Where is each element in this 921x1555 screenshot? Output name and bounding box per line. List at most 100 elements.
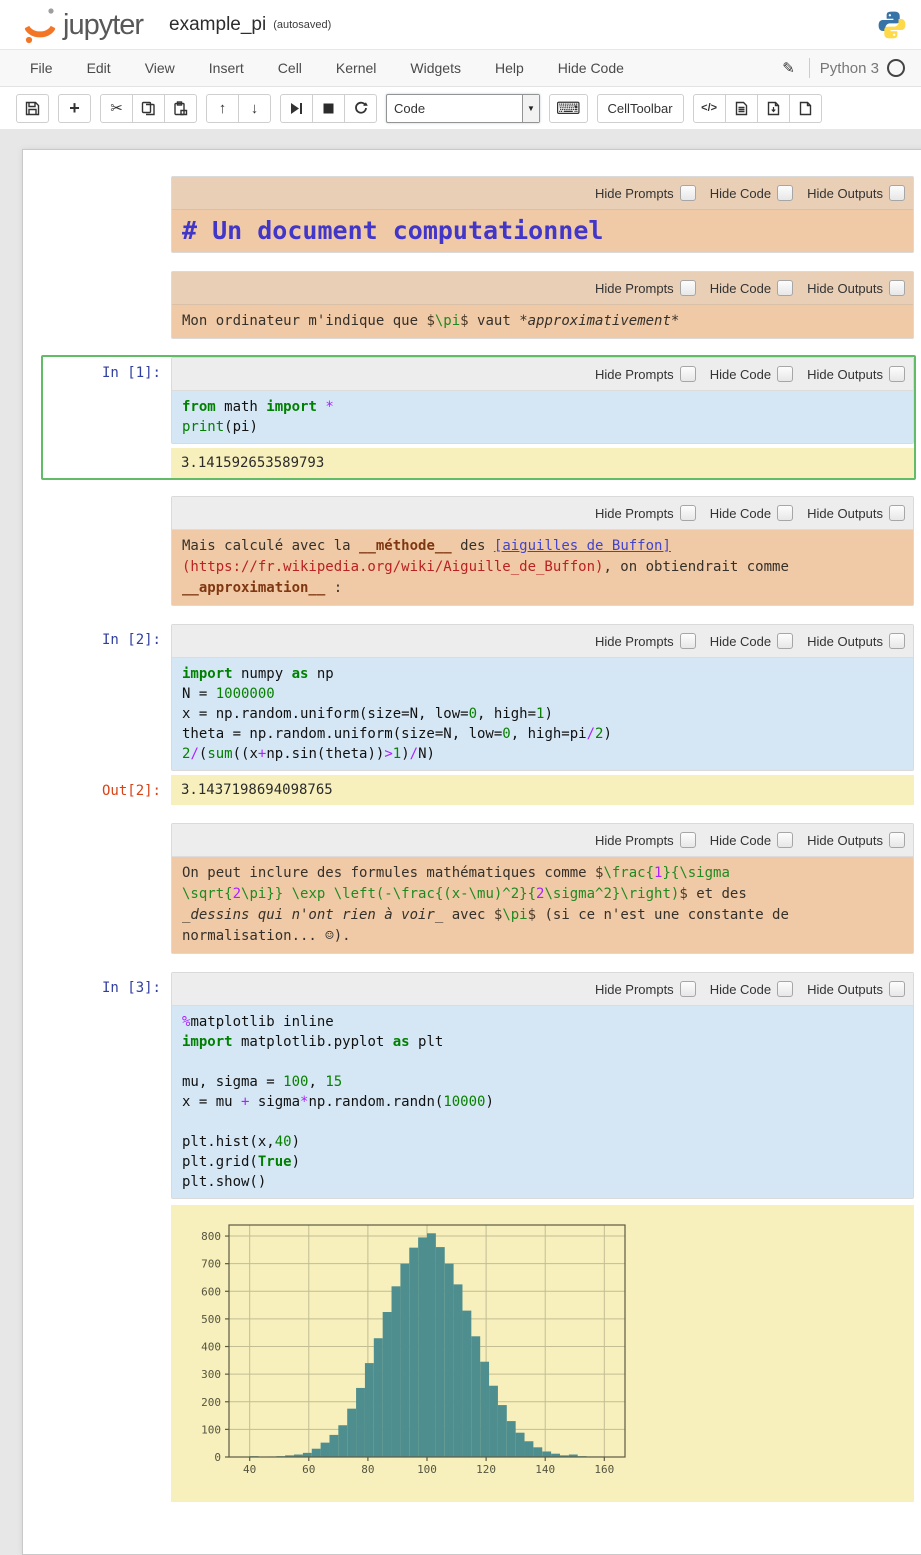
editor-line: theta = np.random.uniform(size=N, low=0,… [182,724,903,744]
hide-outputs-checkbox[interactable] [889,981,905,997]
hide-code-checkbox[interactable] [777,185,793,201]
cut-button[interactable]: ✂ [100,94,133,123]
run-cell-button[interactable] [280,94,313,123]
cell-output-image: 0100200300400500600700800406080100120140… [171,1205,914,1502]
token-t: N) [418,746,435,762]
paste-button[interactable] [164,94,197,123]
editor-line: normalisation... ☺). [182,926,903,947]
token-t: mu, sigma = [182,1074,283,1090]
histogram-bar [392,1286,401,1457]
cell-type-select[interactable]: Code ▼ [386,94,540,123]
token-num: 40 [275,1134,292,1150]
notebook-title[interactable]: example_pi [169,14,266,36]
token-t: sigma [249,1094,300,1110]
notebook-cell-7-code[interactable]: In [3]:Hide PromptsHide CodeHide Outputs… [41,970,916,1504]
hide-code-label: Hide Code [710,634,771,649]
move-cell-up-button[interactable]: ↑ [206,94,239,123]
editor-line: plt.grid(True) [182,1152,903,1172]
notebook-cell-4-md[interactable]: Hide PromptsHide CodeHide OutputsMais ca… [41,494,916,608]
code-editor[interactable]: from math import *print(pi) [172,391,913,443]
hide-outputs-checkbox[interactable] [889,280,905,296]
menu-item-file[interactable]: File [28,60,55,76]
token-kw: as [292,666,309,682]
hide-outputs-checkbox[interactable] [889,832,905,848]
menu-item-insert[interactable]: Insert [207,60,246,76]
notebook-cell-5-code[interactable]: In [2]:Hide PromptsHide CodeHide Outputs… [41,622,916,807]
copy-button[interactable] [132,94,165,123]
hide-code-checkbox[interactable] [777,832,793,848]
hide-outputs-label: Hide Outputs [807,634,883,649]
hide-prompts-checkbox[interactable] [680,505,696,521]
token-math: \pi [502,907,527,923]
input-prompt: In [2]: [43,624,171,771]
prompt-gutter [43,271,171,339]
token-t: np [308,666,333,682]
command-palette-button[interactable]: ⌨ [549,94,588,123]
notebook-cell-2-md[interactable]: Hide PromptsHide CodeHide OutputsMon ord… [41,269,916,341]
menu-item-hide-code[interactable]: Hide Code [556,60,626,76]
menu-item-cell[interactable]: Cell [276,60,304,76]
export-html-button[interactable] [725,94,758,123]
new-document-button[interactable] [789,94,822,123]
hide-code-checkbox[interactable] [777,505,793,521]
hide-code-label: Hide Code [710,367,771,382]
hide-prompts-checkbox[interactable] [680,981,696,997]
notebook-cell-1-md[interactable]: Hide PromptsHide CodeHide Outputs# Un do… [41,174,916,255]
pencil-icon[interactable]: ✎ [782,59,795,77]
menu-item-kernel[interactable]: Kernel [334,60,378,76]
restart-kernel-button[interactable] [344,94,377,123]
hide-outputs-checkbox[interactable] [889,633,905,649]
hide-outputs-checkbox[interactable] [889,366,905,382]
hide-outputs-checkbox[interactable] [889,505,905,521]
hide-prompts-checkbox[interactable] [680,185,696,201]
document-download-icon [767,101,780,116]
token-t: plt.grid( [182,1154,258,1170]
menu-item-widgets[interactable]: Widgets [408,60,463,76]
hide-code-checkbox[interactable] [777,633,793,649]
menu-item-help[interactable]: Help [493,60,526,76]
hide-code-checkbox[interactable] [777,280,793,296]
add-cell-button[interactable]: + [58,94,91,123]
svg-text:160: 160 [594,1463,614,1476]
jupyter-logo[interactable]: jupyter [22,5,143,45]
celltoolbar-button[interactable]: CellToolbar [597,94,684,123]
markdown-editor[interactable]: # Un document computationnel [172,210,913,252]
token-t: matplotlib.pyplot [233,1034,393,1050]
hide-code-label: Hide Code [710,833,771,848]
token-strong: __approximation__ [182,580,325,596]
code-editor[interactable]: %matplotlib inlineimport matplotlib.pypl… [172,1006,913,1198]
markdown-editor[interactable]: On peut inclure des formules mathématiqu… [172,857,913,953]
token-num: 1 [393,746,401,762]
svg-text:600: 600 [201,1285,221,1298]
menu-item-edit[interactable]: Edit [85,60,113,76]
code-editor[interactable]: import numpy as npN = 1000000x = np.rand… [172,658,913,770]
hide-prompts-checkbox[interactable] [680,280,696,296]
hide-outputs-checkbox[interactable] [889,185,905,201]
editor-line: __approximation__ : [182,578,903,599]
save-button[interactable] [16,94,49,123]
token-num: 0 [502,726,510,742]
hide-outputs-label: Hide Outputs [807,186,883,201]
hide-prompts-checkbox[interactable] [680,633,696,649]
markdown-editor[interactable]: Mon ordinateur m'indique que $\pi$ vaut … [172,305,913,338]
notebook-cell-3-code[interactable]: In [1]:Hide PromptsHide CodeHide Outputs… [41,355,916,480]
histogram-bar [383,1312,392,1457]
token-t: np.sin(theta)) [266,746,384,762]
hide-code-checkbox[interactable] [777,981,793,997]
interrupt-kernel-button[interactable] [312,94,345,123]
move-cell-down-button[interactable]: ↓ [238,94,271,123]
hide-prompts-checkbox[interactable] [680,366,696,382]
toggle-code-button[interactable]: </> [693,94,726,123]
token-math: }{\sigma [662,865,729,881]
export-pdf-button[interactable] [757,94,790,123]
token-math: \frac{ [603,865,654,881]
editor-line: (https://fr.wikipedia.org/wiki/Aiguille_… [182,557,903,578]
menu-item-view[interactable]: View [143,60,177,76]
markdown-editor[interactable]: Mais calculé avec la __méthode__ des [ai… [172,530,913,605]
token-t: plt.hist(x, [182,1134,275,1150]
token-math: \sqrt{ [182,886,233,902]
notebook-cell-6-md[interactable]: Hide PromptsHide CodeHide OutputsOn peut… [41,821,916,956]
hide-code-checkbox[interactable] [777,366,793,382]
editor-line: plt.show() [182,1172,903,1192]
hide-prompts-checkbox[interactable] [680,832,696,848]
